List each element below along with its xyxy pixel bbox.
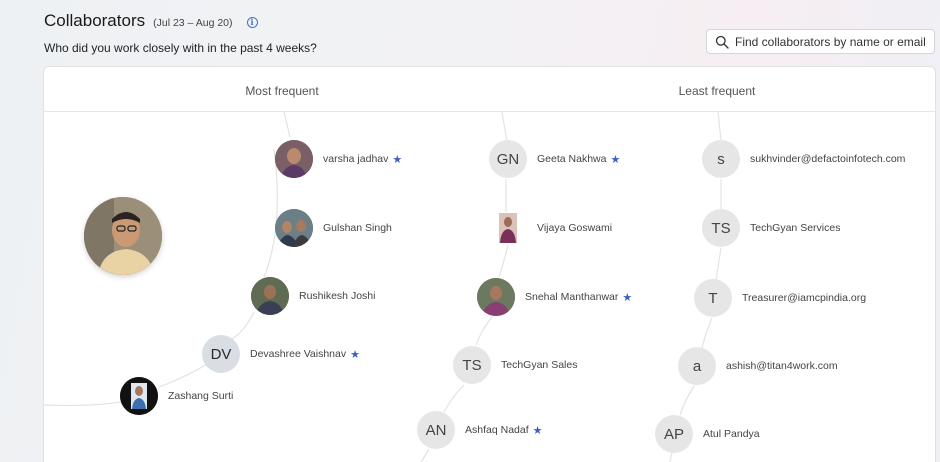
- avatar: s: [702, 140, 740, 178]
- collaborator-name: ashish@titan4work.com: [726, 360, 838, 372]
- collaborator-name: Snehal Manthanwar: [525, 291, 619, 303]
- avatar: TS: [453, 346, 491, 384]
- avatar: [251, 277, 289, 315]
- avatar: [275, 140, 313, 178]
- favorite-star-icon[interactable]: ★: [350, 348, 360, 361]
- collaborator-name: Rushikesh Joshi: [299, 290, 376, 302]
- avatar: AN: [417, 411, 455, 449]
- search-input[interactable]: [735, 34, 930, 49]
- collaborator-zashang[interactable]: Zashang Surti: [120, 377, 233, 415]
- collaborator-name: Vijaya Goswami: [537, 222, 613, 234]
- collaborator-ashish[interactable]: a ashish@titan4work.com: [678, 347, 838, 385]
- collaborator-name: Gulshan Singh: [323, 222, 392, 234]
- collaborator-name: Treasurer@iamcpindia.org: [742, 292, 867, 304]
- collaborator-devashree[interactable]: DV Devashree Vaishnav ★: [202, 335, 360, 373]
- collaborator-sukhvinder[interactable]: s sukhvinder@defactoinfotech.com: [702, 140, 905, 178]
- my-profile-avatar[interactable]: [84, 197, 162, 275]
- collaborator-geeta[interactable]: GN Geeta Nakhwa ★: [489, 140, 620, 178]
- page-subtitle: Who did you work closely with in the pas…: [44, 41, 317, 55]
- collaborator-snehal[interactable]: Snehal Manthanwar ★: [477, 278, 632, 316]
- favorite-star-icon[interactable]: ★: [622, 291, 632, 304]
- collaborator-treasurer[interactable]: T Treasurer@iamcpindia.org: [694, 279, 866, 317]
- favorite-star-icon[interactable]: ★: [533, 424, 543, 437]
- favorite-star-icon[interactable]: ★: [392, 153, 402, 166]
- avatar: [120, 377, 158, 415]
- profile-photo: [84, 197, 162, 275]
- collaborator-rushikesh[interactable]: Rushikesh Joshi: [251, 277, 375, 315]
- avatar: [489, 209, 527, 247]
- favorite-star-icon[interactable]: ★: [610, 153, 620, 166]
- collaborators-card: Most frequent Least frequent varsha jadh…: [43, 66, 936, 462]
- collaborator-name: Atul Pandya: [703, 428, 760, 440]
- collaborator-name: Devashree Vaishnav: [250, 348, 347, 360]
- info-icon[interactable]: i: [246, 17, 258, 28]
- avatar: GN: [489, 140, 527, 178]
- collaborator-name: Ashfaq Nadaf: [465, 424, 529, 436]
- search-box[interactable]: [706, 29, 935, 54]
- avatar: DV: [202, 335, 240, 373]
- collaborator-varsha[interactable]: varsha jadhav ★: [275, 140, 402, 178]
- avatar: [275, 209, 313, 247]
- date-range: (Jul 23 – Aug 20): [153, 17, 233, 29]
- collaborator-atul[interactable]: AP Atul Pandya: [655, 415, 760, 453]
- avatar: [477, 278, 515, 316]
- collaborator-name: TechGyan Sales: [501, 359, 578, 371]
- collaborator-techgyan-services[interactable]: TS TechGyan Services: [702, 209, 840, 247]
- avatar: TS: [702, 209, 740, 247]
- collaborator-name: Zashang Surti: [168, 390, 234, 402]
- collaborator-name: sukhvinder@defactoinfotech.com: [750, 153, 906, 165]
- avatar: T: [694, 279, 732, 317]
- search-icon: [715, 35, 729, 49]
- collaborator-name: TechGyan Services: [750, 222, 841, 234]
- collaborator-name: Geeta Nakhwa: [537, 153, 607, 165]
- collaborator-name: varsha jadhav: [323, 153, 389, 165]
- collaborator-ashfaq[interactable]: AN Ashfaq Nadaf ★: [417, 411, 543, 449]
- avatar: AP: [655, 415, 693, 453]
- collaborator-gulshan[interactable]: Gulshan Singh: [275, 209, 392, 247]
- header: Collaborators (Jul 23 – Aug 20) i Who di…: [44, 11, 317, 55]
- collaborator-techgyan-sales[interactable]: TS TechGyan Sales: [453, 346, 577, 384]
- title-row: Collaborators (Jul 23 – Aug 20) i: [44, 11, 317, 31]
- page-title: Collaborators: [44, 11, 146, 30]
- collaborator-vijaya[interactable]: Vijaya Goswami: [489, 209, 612, 247]
- avatar: a: [678, 347, 716, 385]
